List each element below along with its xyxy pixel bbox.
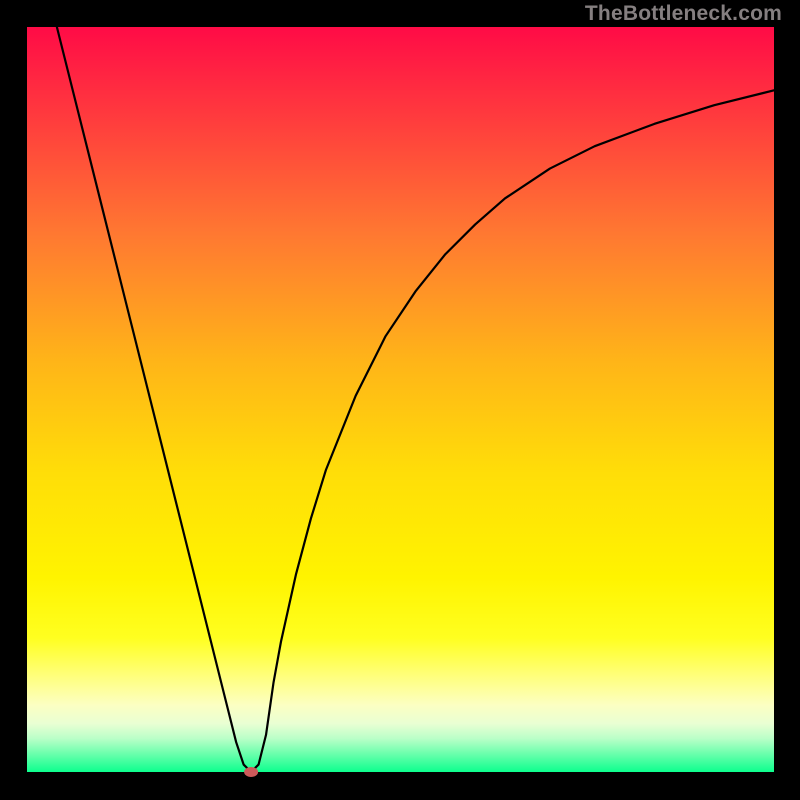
plot-gradient: [27, 27, 774, 772]
watermark-text: TheBottleneck.com: [585, 2, 782, 26]
bottleneck-chart: [0, 0, 800, 800]
optimal-point-marker: [244, 767, 258, 777]
